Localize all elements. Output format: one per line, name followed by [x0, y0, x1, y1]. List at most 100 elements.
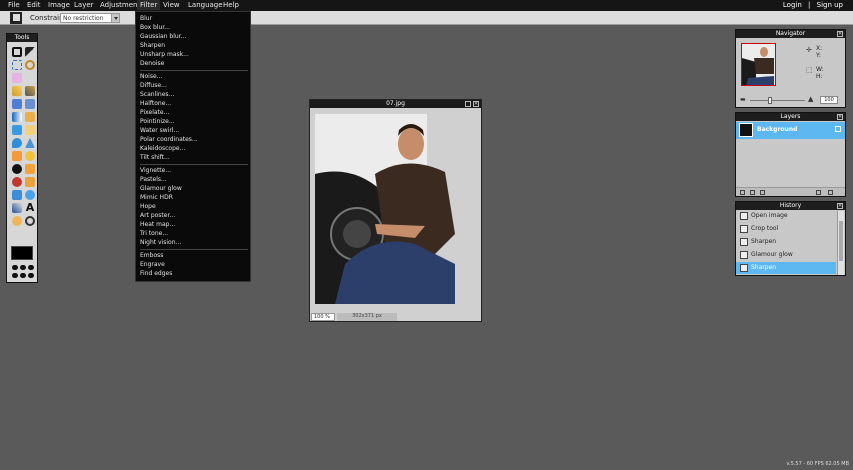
filter-item[interactable]: Vignette... — [140, 167, 171, 174]
image-window-titlebar[interactable]: 07.jpg ✕ — [310, 100, 481, 108]
color-dot[interactable] — [28, 265, 34, 270]
crop-tool-icon[interactable] — [12, 47, 22, 57]
draw-tool-icon[interactable] — [12, 203, 22, 213]
blur-tool-icon[interactable] — [12, 138, 22, 148]
menu-adjustment[interactable]: Adjustment — [100, 1, 140, 9]
filter-item[interactable]: Unsharp mask... — [140, 51, 189, 58]
menu-help[interactable]: Help — [223, 1, 239, 9]
menu-image[interactable]: Image — [48, 1, 70, 9]
filter-item[interactable]: Tri tone... — [140, 230, 168, 237]
history-item[interactable]: Sharpen — [736, 236, 836, 248]
zoom-out-icon[interactable]: ▬ — [740, 96, 746, 103]
filter-item[interactable]: Emboss — [140, 252, 163, 259]
filter-item[interactable]: Pastels... — [140, 176, 167, 183]
gradient-tool-icon[interactable] — [12, 112, 22, 122]
filter-item[interactable]: Art poster... — [140, 212, 175, 219]
navigator-thumbnail[interactable] — [741, 43, 776, 86]
menu-view[interactable]: View — [163, 1, 180, 9]
filter-item[interactable]: Tilt shift... — [140, 154, 170, 161]
pinch-tool-icon[interactable] — [25, 190, 35, 200]
history-item-active[interactable]: Sharpen — [736, 262, 836, 274]
menu-layer[interactable]: Layer — [74, 1, 94, 9]
close-icon[interactable]: ✕ — [837, 203, 843, 209]
filter-item[interactable]: Heat map... — [140, 221, 175, 228]
filter-item[interactable]: Polar coordinates... — [140, 136, 198, 143]
history-item[interactable]: Crop tool — [736, 223, 836, 235]
wand-tool-icon[interactable] — [12, 73, 22, 83]
color-dot[interactable] — [12, 273, 18, 278]
color-dot[interactable] — [12, 265, 18, 270]
menu-language[interactable]: Language — [188, 1, 223, 9]
filter-item[interactable]: Gaussian blur... — [140, 33, 186, 40]
layer-settings-icon[interactable] — [740, 190, 745, 195]
marquee-tool-icon[interactable] — [12, 60, 22, 70]
replace-color-icon[interactable] — [25, 99, 35, 109]
filter-item[interactable]: Glamour glow — [140, 185, 182, 192]
spot-heal-tool-icon[interactable] — [25, 177, 35, 187]
image-canvas[interactable] — [315, 114, 469, 304]
filter-item[interactable]: Hope — [140, 203, 156, 210]
bloat-tool-icon[interactable] — [12, 190, 22, 200]
close-icon[interactable]: ✕ — [837, 31, 843, 37]
menu-edit[interactable]: Edit — [27, 1, 41, 9]
filter-item[interactable]: Blur — [140, 15, 152, 22]
type-tool-icon[interactable]: A — [25, 202, 35, 213]
filter-item[interactable]: Halftone... — [140, 100, 171, 107]
filter-item[interactable]: Night vision... — [140, 239, 181, 246]
layer-styles-icon[interactable] — [750, 190, 755, 195]
zoom-tool-icon[interactable] — [25, 216, 35, 226]
bucket-tool-icon[interactable] — [25, 112, 35, 122]
zoom-slider-knob[interactable] — [768, 97, 772, 104]
filter-item[interactable]: Scanlines... — [140, 91, 174, 98]
filter-item[interactable]: Noise... — [140, 73, 162, 80]
color-picker-icon[interactable] — [12, 125, 22, 135]
zoom-in-icon[interactable]: ▲ — [808, 95, 813, 103]
close-icon[interactable]: ✕ — [473, 101, 479, 107]
history-item[interactable]: Glamour glow — [736, 249, 836, 261]
filter-item[interactable]: Diffuse... — [140, 82, 167, 89]
lock-icon[interactable] — [835, 126, 841, 132]
constraint-select[interactable]: No restriction — [60, 13, 120, 23]
foreground-color-swatch[interactable] — [11, 246, 33, 260]
history-scroll-thumb[interactable] — [839, 221, 843, 261]
sponge-tool-icon[interactable] — [25, 151, 35, 161]
dodge-tool-icon[interactable] — [12, 164, 22, 174]
signup-link[interactable]: Sign up — [817, 1, 843, 9]
filter-item[interactable]: Sharpen — [140, 42, 165, 49]
login-link[interactable]: Login — [783, 1, 802, 9]
filter-item[interactable]: Find edges — [140, 270, 172, 277]
filter-item[interactable]: Engrave — [140, 261, 165, 268]
image-zoom-input[interactable]: 100 % — [311, 313, 335, 321]
zoom-slider[interactable]: ▬ ▲ 100 — [740, 95, 842, 105]
sharpen-tool-icon[interactable] — [25, 138, 35, 148]
color-dot[interactable] — [20, 265, 26, 270]
layer-row[interactable]: Background — [736, 122, 845, 139]
move-tool-icon[interactable] — [25, 47, 35, 57]
menu-filter[interactable]: Filter — [137, 0, 161, 10]
new-layer-icon[interactable] — [816, 190, 821, 195]
color-dot[interactable] — [20, 273, 26, 278]
delete-layer-icon[interactable] — [828, 190, 833, 195]
burn-tool-icon[interactable] — [25, 164, 35, 174]
history-scrollbar[interactable] — [837, 211, 844, 275]
filter-item[interactable]: Pointinize... — [140, 118, 175, 125]
filter-item[interactable]: Kaleidoscope... — [140, 145, 185, 152]
smudge-tool-icon[interactable] — [12, 151, 22, 161]
filter-item[interactable]: Water swirl... — [140, 127, 179, 134]
filter-item[interactable]: Mimic HDR — [140, 194, 173, 201]
close-icon[interactable]: ✕ — [837, 114, 843, 120]
filter-item[interactable]: Pixelate... — [140, 109, 169, 116]
filter-item[interactable]: Box blur... — [140, 24, 170, 31]
eraser-tool-icon[interactable] — [25, 125, 35, 135]
hand-tool-icon[interactable] — [12, 216, 22, 226]
filter-item[interactable]: Denoise — [140, 60, 164, 67]
brush-tool-icon[interactable] — [25, 86, 35, 96]
clone-tool-icon[interactable] — [12, 99, 22, 109]
lasso-tool-icon[interactable] — [25, 60, 35, 70]
zoom-input[interactable]: 100 — [820, 96, 838, 104]
maximize-icon[interactable] — [465, 101, 471, 107]
color-dot[interactable] — [28, 273, 34, 278]
layer-mask-icon[interactable] — [760, 190, 765, 195]
red-eye-tool-icon[interactable] — [12, 177, 22, 187]
pencil-tool-icon[interactable] — [12, 86, 22, 96]
